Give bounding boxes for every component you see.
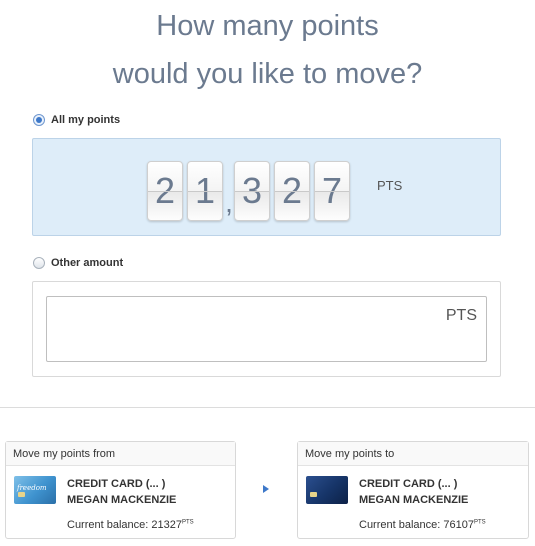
- points-digit: 3: [234, 161, 270, 221]
- from-card-label: CREDIT CARD (... ): [67, 478, 166, 490]
- section-divider: [0, 407, 535, 408]
- card-brand-text: freedom: [17, 484, 47, 492]
- points-digit: 2: [274, 161, 310, 221]
- to-card-balance-unit: PTS: [473, 519, 486, 526]
- points-counter: 2 1 , 3 2 7: [147, 161, 351, 221]
- all-points-label: All my points: [51, 114, 121, 126]
- to-card-balance: Current balance: 76107PTS: [359, 519, 486, 531]
- to-card-label: CREDIT CARD (... ): [359, 478, 458, 490]
- other-amount-input[interactable]: [47, 297, 427, 361]
- other-amount-panel: PTS: [32, 281, 501, 377]
- from-card-holder: MEGAN MACKENZIE: [67, 494, 177, 506]
- points-digit: 1: [187, 161, 223, 221]
- arrow-right-icon: [263, 485, 269, 493]
- option-all-points[interactable]: All my points: [33, 114, 120, 126]
- from-card-title: Move my points from: [6, 442, 235, 466]
- points-unit: PTS: [377, 178, 403, 193]
- other-amount-radio[interactable]: [33, 257, 45, 269]
- other-amount-label: Other amount: [51, 257, 124, 269]
- page-title-line-1: How many points: [156, 10, 379, 42]
- to-card-balance-text: Current balance: 76107: [359, 519, 474, 531]
- to-card-box[interactable]: Move my points to CREDIT CARD (... ) MEG…: [297, 441, 529, 539]
- to-card-title: Move my points to: [298, 442, 528, 466]
- from-card-balance-unit: PTS: [181, 519, 194, 526]
- page-title: How many points would you like to move?: [0, 2, 535, 98]
- other-amount-field[interactable]: PTS: [46, 296, 487, 362]
- freedom-card-icon: freedom: [14, 476, 56, 504]
- other-amount-unit: PTS: [445, 307, 477, 324]
- sapphire-card-icon: [306, 476, 348, 504]
- from-card-balance-text: Current balance: 21327: [67, 519, 182, 531]
- from-card-box[interactable]: Move my points from freedom CREDIT CARD …: [5, 441, 236, 539]
- from-card-name: CREDIT CARD (... ) MEGAN MACKENZIE: [67, 476, 176, 508]
- from-card-balance: Current balance: 21327PTS: [67, 519, 194, 531]
- page-title-line-2: would you like to move?: [112, 58, 423, 90]
- option-other-amount[interactable]: Other amount: [33, 257, 123, 269]
- all-points-panel: 2 1 , 3 2 7 PTS: [32, 138, 501, 236]
- points-digit: 7: [314, 161, 350, 221]
- thousands-separator: ,: [225, 187, 233, 218]
- points-digit: 2: [147, 161, 183, 221]
- all-points-radio[interactable]: [33, 114, 45, 126]
- to-card-holder: MEGAN MACKENZIE: [359, 494, 469, 506]
- to-card-name: CREDIT CARD (... ) MEGAN MACKENZIE: [359, 476, 468, 508]
